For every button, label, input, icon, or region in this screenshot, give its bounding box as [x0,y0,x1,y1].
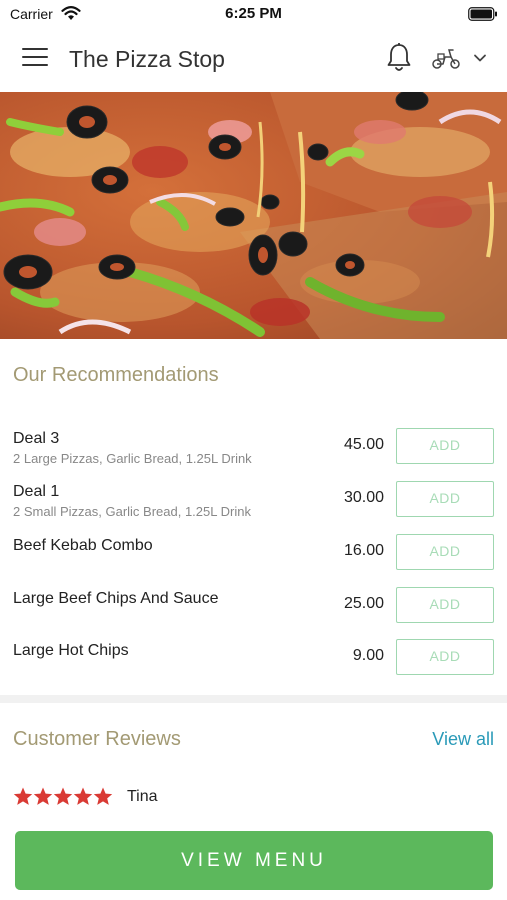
status-bar: Carrier 6:25 PM [0,0,507,28]
section-divider [0,695,507,703]
menu-item: Large Beef Chips And Sauce 25.00 ADD [0,587,507,637]
pizza-photo [0,92,507,339]
battery-icon [468,7,497,21]
add-button[interactable]: ADD [396,481,494,517]
add-button[interactable]: ADD [396,428,494,464]
item-price: 45.00 [343,436,384,453]
menu-item: Deal 1 2 Small Pizzas, Garlic Bread, 1.2… [0,481,507,531]
view-all-link[interactable]: View all [432,729,494,750]
menu-icon[interactable] [22,48,48,68]
item-price: 30.00 [343,489,384,506]
add-button[interactable]: ADD [396,639,494,675]
item-description: 2 Large Pizzas, Garlic Bread, 1.25L Drin… [13,451,252,466]
item-name: Beef Kebab Combo [13,537,153,554]
star-icon [93,787,113,805]
page-title: The Pizza Stop [69,46,225,72]
chevron-down-icon[interactable] [473,53,487,63]
star-icon [33,787,53,805]
item-price: 25.00 [343,595,384,612]
hero-banner [0,92,507,339]
star-rating [13,787,113,805]
add-button[interactable]: ADD [396,534,494,570]
status-time: 6:25 PM [225,5,282,22]
menu-item: Deal 3 2 Large Pizzas, Garlic Bread, 1.2… [0,428,507,478]
star-icon [13,787,33,805]
star-icon [73,787,93,805]
item-name: Deal 1 [13,483,60,500]
menu-item: Beef Kebab Combo 16.00 ADD [0,534,507,584]
add-button[interactable]: ADD [396,587,494,623]
scooter-icon[interactable] [431,48,461,70]
reviewer-name: Tina [127,788,158,805]
view-menu-button[interactable]: VIEW MENU [15,831,493,890]
item-description: 2 Small Pizzas, Garlic Bread, 1.25L Drin… [13,504,251,519]
item-name: Large Beef Chips And Sauce [13,590,219,607]
star-icon [53,787,73,805]
menu-item: Large Hot Chips 9.00 ADD [0,639,507,689]
app-header: The Pizza Stop [0,28,507,92]
item-price: 9.00 [352,647,384,664]
item-name: Large Hot Chips [13,642,129,659]
item-price: 16.00 [343,542,384,559]
bell-icon[interactable] [386,42,412,74]
item-name: Deal 3 [13,430,60,447]
recommendations-title: Our Recommendations [13,364,219,386]
reviews-title: Customer Reviews [13,728,181,750]
